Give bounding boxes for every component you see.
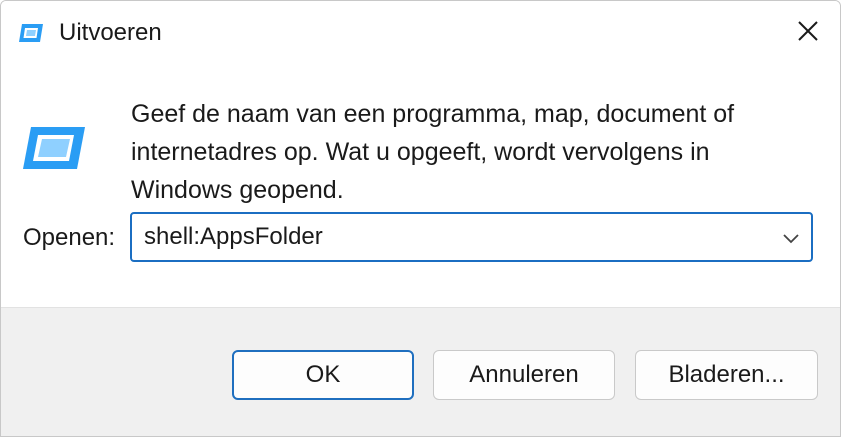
open-input[interactable]: shell:AppsFolder: [144, 222, 323, 252]
instruction-text: Geef de naam van een programma, map, doc…: [131, 95, 791, 209]
ok-button[interactable]: OK: [232, 350, 414, 400]
run-icon: [17, 21, 45, 45]
close-icon: [796, 19, 820, 48]
open-label: Openen:: [23, 224, 116, 251]
instruction-line: internetadres op. Wat u opgeeft, wordt v…: [131, 138, 710, 166]
browse-button[interactable]: Bladeren...: [635, 350, 818, 400]
dialog-body: Geef de naam van een programma, map, doc…: [1, 67, 840, 307]
close-button[interactable]: [790, 15, 826, 51]
run-icon: [19, 123, 89, 173]
title-bar[interactable]: Uitvoeren: [1, 1, 840, 67]
run-dialog: Uitvoeren Geef de naam van een programma…: [0, 0, 841, 437]
cancel-button[interactable]: Annuleren: [433, 350, 615, 400]
open-combobox[interactable]: shell:AppsFolder: [130, 212, 813, 262]
chevron-down-icon[interactable]: [779, 226, 803, 250]
instruction-line: Geef de naam van een programma, map, doc…: [131, 100, 735, 128]
button-bar: OK Annuleren Bladeren...: [1, 307, 840, 436]
instruction-line: Windows geopend.: [131, 176, 344, 204]
window-title: Uitvoeren: [59, 19, 162, 46]
